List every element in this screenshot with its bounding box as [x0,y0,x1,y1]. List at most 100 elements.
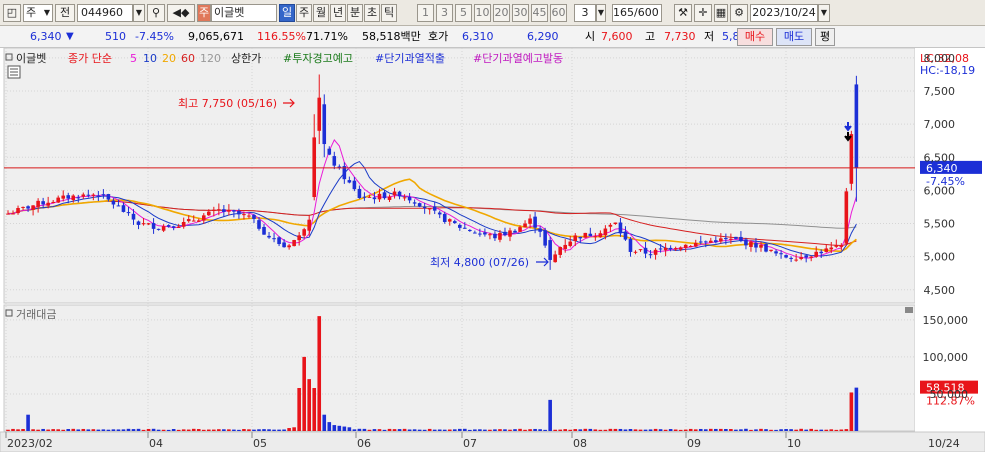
period-button-4[interactable]: 분 [347,4,363,22]
x-axis-label: 05 [253,437,267,450]
candle-body [382,192,387,199]
volume-bar [468,429,472,431]
grid-icon[interactable]: ▦ [714,4,728,22]
volume-bar [824,429,829,431]
volume-bar [678,429,683,431]
volume-bar [217,429,221,431]
candle-body [573,235,578,242]
volume-bar [61,429,66,431]
minute-button-60[interactable]: 60 [550,4,567,22]
volume-bar [297,388,301,431]
candle-body [201,215,206,221]
period-button-6[interactable]: 틱 [381,4,397,22]
volume-bar [804,429,808,431]
chart-toolbar: ◰ 주 ▼ 전 044960 ▼ ⚲ ◀◆ 주 이글벳 일주월년분초틱 1 3 5 10… [0,0,985,26]
date-field[interactable]: 2023/10/24 [750,4,818,22]
volume-bar [839,429,844,431]
legend-item: 종가 단순 [68,52,112,65]
candle-body [774,251,778,254]
minute-button-10[interactable]: 10 [474,4,491,22]
sell-button[interactable]: 매도 [776,28,812,46]
stock-code-input[interactable]: 044960 [77,4,133,22]
candle-body [196,220,201,222]
candle-body [71,195,76,201]
buy-button[interactable]: 매수 [737,28,773,46]
volume-bar [21,429,25,431]
volume-bar [392,429,397,431]
candle-body [191,220,196,222]
volume-bar [131,429,136,431]
market-type-select[interactable]: 주 ▼ [23,4,53,22]
candle-body [171,226,176,228]
candle-body [568,241,573,246]
prefix-button[interactable]: 전 [55,4,75,22]
volume-bar [673,429,678,431]
volume-bar [41,428,45,431]
chevron-down-icon[interactable]: ▼ [133,4,145,22]
search-icon[interactable]: ⚲ [147,4,165,22]
quote-bar: 6,340 ▼ 510 -7.45% 9,065,671 116.55% 71.… [0,26,985,48]
calendar-dropdown-icon[interactable]: ▼ [818,4,830,22]
volume-ratio: 116.55% [257,30,306,43]
candle-body [483,232,487,235]
crosshair-icon[interactable]: ✛ [694,4,712,22]
evaluate-button[interactable]: 평 [815,28,835,46]
candle-body [96,195,101,197]
volume-bar [442,429,447,431]
legend-item: 120 [200,52,221,65]
volume-bar [493,429,497,431]
minute-button-3[interactable]: 3 [436,4,453,22]
chevron-down-icon[interactable]: ▼ [596,4,606,22]
candle-body [829,247,834,250]
volume-bar [483,429,487,431]
volume-bar [538,429,542,431]
candle-body [668,247,673,249]
period-button-2[interactable]: 월 [313,4,329,22]
volume-bar [71,428,76,431]
volume-bar [623,429,628,431]
volume-bar [377,429,382,431]
volume-bar [749,429,753,431]
prev-next-stock-button[interactable]: ◀◆ [167,4,195,22]
candle-body [212,209,216,211]
volume-bar [779,429,783,431]
volume-tick-label: 50,000 [930,388,969,401]
price-tick-label: 7,500 [924,85,956,98]
period-button-3[interactable]: 년 [330,4,346,22]
tools-icon[interactable]: ⚒ [674,4,692,22]
stock-chart[interactable]: 최고 7,750 (05/16) 최저 4,800 (07/26) 이글벳 종가 단순… [0,48,985,452]
candle-body [181,221,186,227]
candle-body [794,259,798,261]
price-tick-label: 5,500 [924,218,956,231]
candle-body [533,216,537,228]
volume-bar [719,428,723,431]
x-axis-label: 06 [357,437,371,450]
volume-bar [86,429,91,431]
volume-bar [287,428,291,431]
minute-button-5[interactable]: 5 [455,4,472,22]
volume-bar [91,429,96,431]
minute-button-30[interactable]: 30 [512,4,529,22]
price-tick-label: 6,000 [924,184,956,197]
candle-body [257,220,261,229]
volume-bar [252,429,256,431]
volume-bar [769,429,773,431]
period-button-5[interactable]: 초 [364,4,380,22]
chart-menu-icon[interactable]: ◰ [3,4,21,22]
candle-body [377,193,382,200]
stock-name-field[interactable]: 이글벳 [211,4,277,22]
minute-button-1[interactable]: 1 [417,4,434,22]
price-tick-label: 5,000 [924,251,956,264]
candle-body [538,228,542,232]
period-button-0[interactable]: 일 [279,4,295,22]
minute-button-20[interactable]: 20 [493,4,510,22]
volume-bar [774,429,778,431]
count-display[interactable]: 165/600 [612,4,662,22]
minute-button-45[interactable]: 45 [531,4,548,22]
volume-tick-label: 100,000 [923,351,969,364]
period-button-1[interactable]: 주 [296,4,312,22]
interval-input[interactable]: 3 [574,4,596,22]
gear-icon[interactable]: ⚙ [730,4,748,22]
volume-bar [488,429,492,431]
candle-body [854,84,859,168]
